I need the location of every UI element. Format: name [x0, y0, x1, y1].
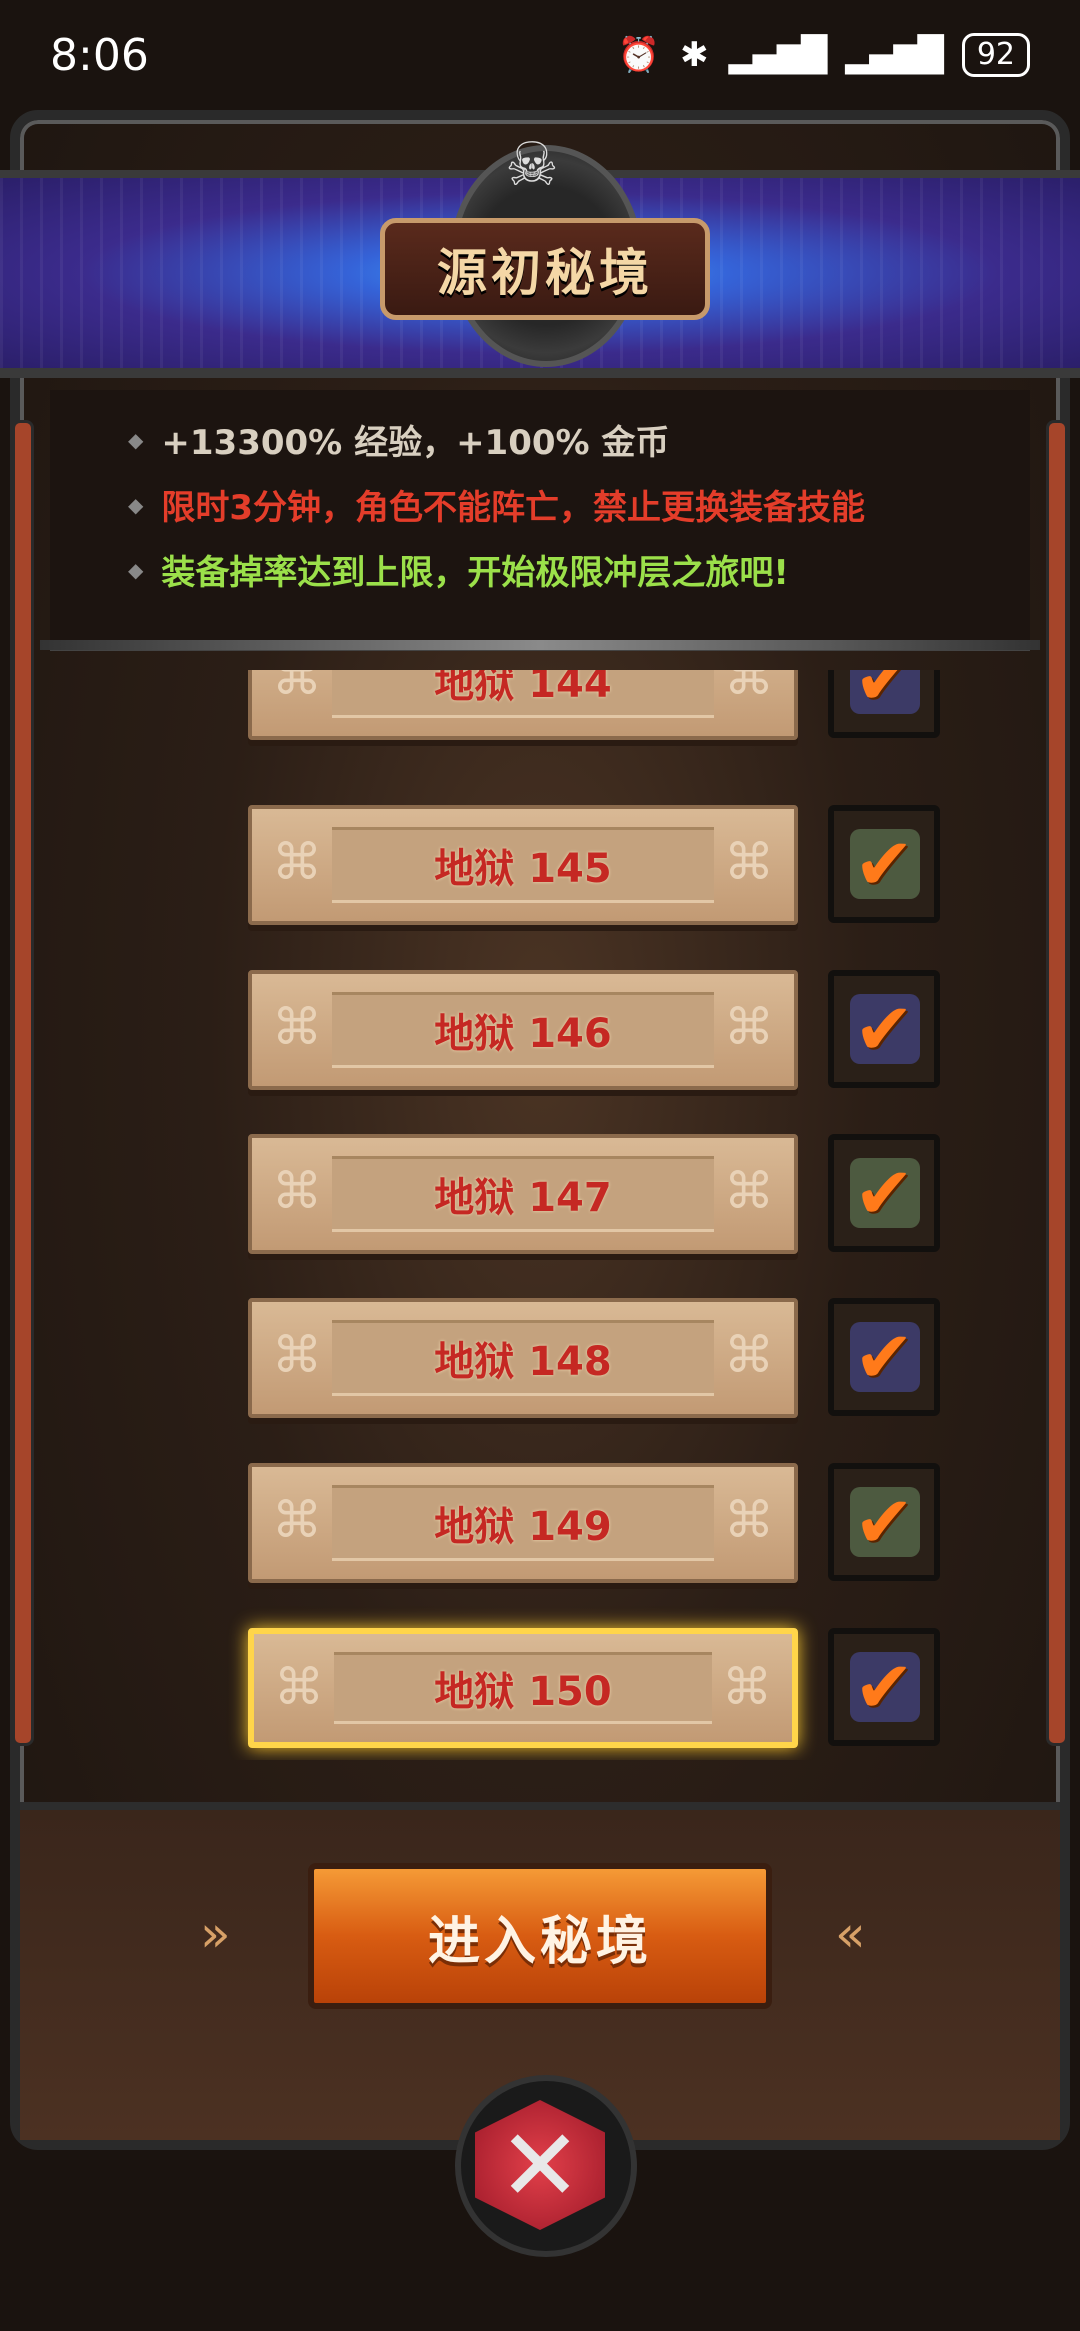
level-label: 地狱 149: [434, 1504, 612, 1550]
info-text-drop: 装备掉率达到上限，开始极限冲层之旅吧!: [161, 553, 789, 593]
status-time: 8:06: [50, 29, 149, 81]
info-panel: ◆ +13300% 经验，+100% 金币 ◆ 限时3分钟，角色不能阵亡，禁止更…: [50, 390, 1030, 651]
info-line-bonus: ◆ +13300% 经验，+100% 金币: [128, 415, 669, 464]
level-label: 地狱 146: [434, 1011, 612, 1057]
chevron-right-icon: »: [200, 1905, 231, 1963]
check-icon: ✔: [853, 987, 915, 1071]
battery-icon: 92: [961, 33, 1030, 77]
level-checkbox[interactable]: ✔: [828, 1134, 940, 1252]
level-checkbox[interactable]: ✔: [828, 1463, 940, 1581]
enter-button[interactable]: 进入秘境: [308, 1863, 772, 2009]
check-icon: ✔: [853, 1151, 915, 1235]
level-row: 地狱 147 ✔: [60, 1134, 1020, 1264]
skull-icon: ☠: [505, 130, 559, 200]
level-list[interactable]: 地狱 144 ✔ 地狱 145 ✔ 地狱 146 ✔ 地狱 147 ✔ 地狱 1…: [60, 670, 1020, 1760]
level-button[interactable]: 地狱 146: [248, 970, 798, 1090]
level-checkbox[interactable]: ✔: [828, 970, 940, 1088]
level-label: 地狱 147: [434, 1175, 612, 1221]
level-row-selected: 地狱 150 ✔: [60, 1628, 1020, 1758]
diamond-icon: ◆: [128, 557, 144, 582]
check-icon: ✔: [853, 822, 915, 906]
level-label: 地狱 145: [434, 846, 612, 892]
level-button-selected[interactable]: 地狱 150: [248, 1628, 798, 1748]
check-icon: ✔: [853, 1645, 915, 1729]
side-bar-left: [12, 420, 34, 1746]
level-button[interactable]: 地狱 144: [248, 670, 798, 740]
status-icons: ⏰ ✱ ▂▄▆█ ▂▄▆█ 92: [618, 33, 1030, 77]
level-checkbox[interactable]: ✔: [828, 670, 940, 738]
level-row: 地狱 149 ✔: [60, 1463, 1020, 1593]
level-checkbox[interactable]: ✔: [828, 805, 940, 923]
info-line-rules: ◆ 限时3分钟，角色不能阵亡，禁止更换装备技能: [128, 480, 865, 529]
signal-icon: ▂▄▆█: [728, 35, 828, 75]
level-checkbox[interactable]: ✔: [828, 1628, 940, 1746]
level-row: 地狱 144 ✔: [60, 670, 1020, 750]
side-bar-right: [1046, 420, 1068, 1746]
info-line-drop: ◆ 装备掉率达到上限，开始极限冲层之旅吧!: [128, 545, 789, 594]
status-bar: 8:06 ⏰ ✱ ▂▄▆█ ▂▄▆█ 92: [0, 0, 1080, 110]
page-title: 源初秘境: [380, 218, 710, 320]
alarm-icon: ⏰: [617, 35, 661, 75]
signal-2-icon: ▂▄▆█: [845, 35, 944, 75]
info-text-bonus: +13300% 经验，+100% 金币: [161, 423, 670, 463]
diamond-icon: ◆: [128, 492, 144, 517]
chevron-left-icon: «: [835, 1905, 866, 1963]
divider: [40, 640, 1040, 650]
info-text-rules: 限时3分钟，角色不能阵亡，禁止更换装备技能: [161, 488, 866, 528]
level-button[interactable]: 地狱 149: [248, 1463, 798, 1583]
bluetooth-icon: ✱: [680, 35, 709, 75]
check-icon: ✔: [853, 1315, 915, 1399]
level-label: 地狱 150: [434, 1669, 612, 1715]
level-button[interactable]: 地狱 147: [248, 1134, 798, 1254]
level-row: 地狱 145 ✔: [60, 805, 1020, 935]
level-row: 地狱 146 ✔: [60, 970, 1020, 1100]
level-button[interactable]: 地狱 148: [248, 1298, 798, 1418]
level-checkbox[interactable]: ✔: [828, 1298, 940, 1416]
level-label: 地狱 148: [434, 1339, 612, 1385]
level-label: 地狱 144: [434, 670, 612, 707]
check-icon: ✔: [853, 670, 915, 721]
diamond-icon: ◆: [128, 427, 144, 452]
level-button[interactable]: 地狱 145: [248, 805, 798, 925]
level-row: 地狱 148 ✔: [60, 1298, 1020, 1428]
check-icon: ✔: [853, 1480, 915, 1564]
